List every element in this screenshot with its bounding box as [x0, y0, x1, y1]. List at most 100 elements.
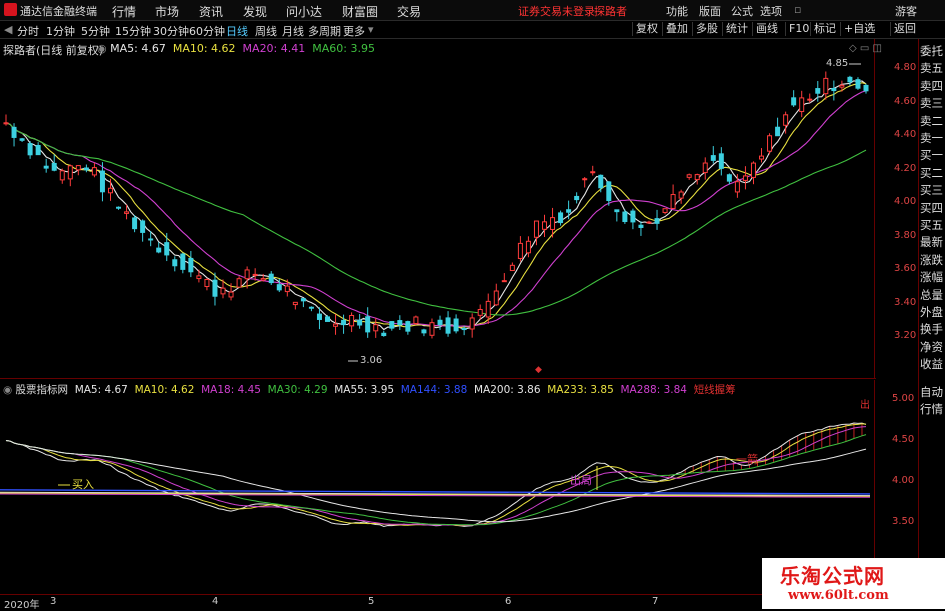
candle-body [517, 242, 523, 259]
candle-body [533, 220, 539, 238]
btn-fuquan[interactable]: 复权 [632, 22, 658, 36]
side-panel-item[interactable]: 买一 [920, 148, 945, 162]
btn-diejia[interactable]: 叠加 [662, 22, 688, 36]
candle-body [855, 79, 861, 89]
period-more[interactable]: 更多 [343, 23, 365, 39]
menu-zixun[interactable]: 资讯 [199, 3, 223, 20]
candle-body [212, 279, 218, 297]
menu-wenxiaoda[interactable]: 问小达 [286, 3, 322, 20]
candle-body [437, 319, 443, 326]
candle-body [83, 167, 89, 171]
indicator-line [5, 422, 867, 528]
minimize-icon[interactable]: ▫ [794, 3, 801, 16]
more-dropdown-icon[interactable]: ▾ [368, 23, 374, 36]
period-multi[interactable]: 多周期 [308, 23, 341, 39]
username[interactable]: 探路者 [594, 3, 627, 19]
period-weekly[interactable]: 周线 [255, 23, 277, 39]
btn-huaxian[interactable]: 画线 [752, 22, 778, 36]
ma-line [5, 80, 867, 331]
side-panel-item[interactable]: 最新 [920, 235, 945, 249]
side-panel-item[interactable]: 卖一 [920, 131, 945, 145]
btn-biaoji[interactable]: 标记 [810, 22, 836, 36]
menu-gongshi[interactable]: 公式 [731, 3, 753, 19]
side-panel-item[interactable]: 涨跌 [920, 253, 945, 267]
menu-shichang[interactable]: 市场 [155, 3, 179, 20]
candle-body [550, 217, 556, 230]
candle-body [220, 287, 226, 295]
side-panel-item[interactable]: 换手 [920, 322, 945, 336]
menu-xuanxiang[interactable]: 选项 [760, 3, 782, 19]
candle-body [43, 165, 49, 169]
period-30min[interactable]: 30分钟 [153, 23, 189, 39]
side-panel-item[interactable]: 买二 [920, 166, 945, 180]
guest-label[interactable]: 游客 [895, 3, 917, 19]
candle-body [196, 275, 202, 280]
candle-body [373, 324, 379, 332]
candle-body [807, 98, 813, 101]
side-panel-item[interactable]: 行情 [920, 402, 945, 416]
candle-body [349, 314, 355, 327]
buy-signal-label: 买入 [72, 478, 94, 491]
side-panel-item[interactable]: 卖五 [920, 61, 945, 75]
side-panel-item[interactable]: 买三 [920, 183, 945, 197]
menu-banmian[interactable]: 版面 [699, 3, 721, 19]
stock-label: 探路者(日线 前复权) [3, 44, 104, 57]
side-panel-item[interactable]: 收益 [920, 357, 945, 371]
menu-jiaoyi[interactable]: 交易 [397, 3, 421, 20]
watermark-title: 乐淘公式网 [780, 564, 885, 588]
side-panel-item[interactable]: 外盘 [920, 305, 945, 319]
candle-body [268, 273, 274, 284]
candle-body [702, 162, 708, 174]
candle-body [582, 178, 588, 181]
side-panel-item[interactable]: 卖三 [920, 96, 945, 110]
chart-settings-icon[interactable]: ◇ ▭ ◫ [849, 43, 882, 54]
btn-f10[interactable]: F10 [785, 22, 809, 36]
kline-chart[interactable]: ◆ [0, 39, 876, 379]
period-5min[interactable]: 5分钟 [81, 23, 110, 39]
side-panel-item[interactable]: 总量 [920, 288, 945, 302]
side-panel-item[interactable]: 委托 [920, 44, 945, 58]
period-60min[interactable]: 60分钟 [189, 23, 225, 39]
candle-body [124, 211, 130, 214]
period-fenshi[interactable]: 分时 [17, 23, 39, 39]
candle-body [477, 309, 483, 316]
watermark-url: www.60lt.com [788, 588, 889, 603]
indicator-legend: ◉ 股票指标网 MA5: 4.67 MA10: 4.62 MA18: 4.45 … [3, 382, 736, 397]
menu-gongneng[interactable]: 功能 [666, 3, 688, 19]
account-status[interactable]: 证券交易未登录 [518, 3, 595, 19]
candle-body [630, 210, 636, 223]
ind-ma18: MA18: 4.45 [201, 384, 261, 396]
period-daily[interactable]: 日线 [226, 23, 248, 39]
toolbar-arrow-icon[interactable]: ◀ [4, 23, 12, 36]
btn-tongji[interactable]: 统计 [722, 22, 748, 36]
side-panel-item[interactable]: 买五 [920, 218, 945, 232]
side-panel-item[interactable]: 买四 [920, 201, 945, 215]
candle-body [357, 319, 363, 326]
candle-body [461, 328, 467, 331]
sub-y-tick: 3.50 [892, 516, 915, 527]
side-panel-item[interactable]: 涨幅 [920, 270, 945, 284]
indicator-chart[interactable] [0, 380, 876, 592]
indicator-title: 股票指标网 [15, 384, 69, 396]
menu-caifuquan[interactable]: 财富圈 [342, 3, 378, 20]
candle-body [308, 306, 314, 309]
btn-fanhui[interactable]: 返回 [890, 22, 916, 36]
btn-zixuan[interactable]: +自选 [840, 22, 875, 36]
side-panel-item[interactable]: 卖四 [920, 79, 945, 93]
side-panel-item[interactable]: 自动 [920, 385, 945, 399]
btn-duogu[interactable]: 多股 [692, 22, 718, 36]
period-1min[interactable]: 1分钟 [46, 23, 75, 39]
candle-body [670, 194, 676, 209]
period-15min[interactable]: 15分钟 [115, 23, 151, 39]
event-marker-icon: ◆ [535, 365, 542, 375]
period-monthly[interactable]: 月线 [282, 23, 304, 39]
candle-body [389, 321, 395, 329]
candle-body [542, 221, 548, 230]
side-panel-item[interactable]: 净资 [920, 340, 945, 354]
ind-ma10: MA10: 4.62 [134, 384, 195, 396]
candle-body [775, 126, 781, 137]
side-panel-item[interactable]: 卖二 [920, 114, 945, 128]
candle-body [341, 319, 347, 326]
menu-faxian[interactable]: 发现 [243, 3, 267, 20]
menu-hangqing[interactable]: 行情 [112, 3, 136, 20]
